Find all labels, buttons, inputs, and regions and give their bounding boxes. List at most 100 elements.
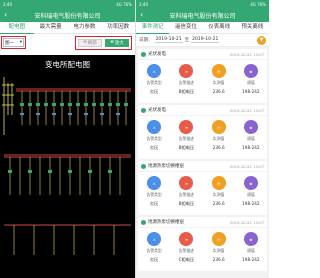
alarm-desc-value: B相电压 (178, 89, 195, 94)
tab-bar: 配电图 最大需量 电力参数 功率因数 (0, 22, 135, 34)
tab-gateway-offline[interactable]: 预关离线 (236, 22, 269, 33)
measured-item: ◷ 实测值 236.6 (207, 176, 231, 207)
filter-icon[interactable]: ▼ (257, 35, 266, 45)
alarm-type-label: 告警类型 (146, 136, 162, 141)
back-arrow-icon[interactable]: ‹ (140, 11, 148, 19)
measured-item: ◷ 实测值 236.6 (207, 64, 231, 95)
status-indicators: 4G 76% (250, 1, 266, 7)
threshold-item: ◈ 阈值 198-242 (239, 120, 263, 151)
date-separator: 至 (184, 38, 190, 43)
alarm-desc-value: C相电压 (178, 257, 195, 262)
tab-power-factor[interactable]: 功率因数 (101, 22, 135, 33)
reset-icon: ⊖ (83, 40, 87, 45)
chevron-down-icon: ▾ (19, 40, 22, 45)
card-title: 地源热泵切换楼层 (148, 220, 184, 225)
measured-icon: ◷ (211, 232, 226, 246)
event-card[interactable]: 地源热泵切换楼层 2019-10-21 13:07 ⚠ 告警类型 欠压 ≡ 告警… (138, 161, 267, 215)
measured-value: 236.6 (212, 145, 225, 150)
alarm-type-icon: ⚠ (147, 176, 162, 190)
alarm-desc-icon: ≡ (179, 176, 194, 190)
page-title: 安科瑞电气股份有限公司 (34, 12, 101, 20)
tab-event-log[interactable]: 事件测记 (136, 22, 170, 34)
threshold-label: 阈值 (247, 80, 255, 85)
status-dot-icon (141, 107, 146, 113)
status-dot-icon (141, 163, 146, 169)
diagram-select[interactable]: 图一 ▾ (1, 36, 26, 49)
alarm-desc-icon: ≡ (179, 64, 194, 78)
event-card[interactable]: 地源热泵切换楼层 2019-10-21 13:07 ⚠ 告警类型 欠压 ≡ 告警… (138, 217, 267, 271)
end-date-input[interactable]: 2019-10-21 (191, 37, 220, 43)
threshold-icon: ◈ (243, 120, 258, 134)
tab-max-demand[interactable]: 最大需量 (34, 22, 68, 33)
zoom-button-group: ⊖ 刷新 ⊕ 放大 (75, 35, 132, 50)
card-time: 2019-10-21 13:07 (229, 107, 264, 113)
reset-button-label: 刷新 (87, 40, 97, 46)
alarm-type-value: 欠压 (149, 145, 159, 150)
card-time: 2019-10-21 13:07 (229, 51, 264, 57)
alarm-desc-item: ≡ 告警描述 B相电压 (174, 120, 198, 151)
distribution-diagram[interactable]: 变电所配电图 (0, 55, 135, 278)
card-time: 2019-10-21 13:07 (229, 219, 264, 225)
card-body: ⚠ 告警类型 欠压 ≡ 告警描述 B相电压 ◷ 实测值 236.6 ◈ 阈值 1… (138, 172, 267, 207)
reset-button[interactable]: ⊖ 刷新 (78, 38, 102, 47)
tab-bar: 事件测记 遥信变位 仪表离线 预关离线 (136, 22, 269, 34)
back-arrow-icon[interactable]: ‹ (4, 11, 12, 19)
card-title: 地源热泵切换楼层 (148, 164, 184, 169)
event-card[interactable]: 光伏发电 2019-10-21 13:07 ⚠ 告警类型 欠压 ≡ 告警描述 B… (138, 49, 267, 103)
card-body: ⚠ 告警类型 欠压 ≡ 告警描述 C相电压 ◷ 实测值 236.6 ◈ 阈值 1… (138, 228, 267, 263)
enlarge-button-label: 放大 (114, 40, 124, 46)
threshold-label: 阈值 (247, 136, 255, 141)
alarm-type-item: ⚠ 告警类型 欠压 (142, 120, 166, 151)
date-label: 日期： (139, 38, 153, 43)
threshold-icon: ◈ (243, 64, 258, 78)
threshold-value: 198-242 (242, 201, 260, 206)
diagram-select-value: 图一 (5, 40, 14, 46)
alarm-type-icon: ⚠ (147, 232, 162, 246)
alarm-desc-value: B相电压 (178, 145, 195, 150)
status-bar: 2:40 4G 76% (136, 0, 269, 8)
alarm-desc-label: 告警描述 (178, 80, 194, 85)
card-title: 光伏发电 (148, 108, 166, 113)
tab-distribution-diagram[interactable]: 配电图 (0, 22, 34, 34)
threshold-item: ◈ 阈值 198-242 (239, 176, 263, 207)
alarm-desc-item: ≡ 告警描述 C相电压 (174, 232, 198, 263)
tab-remote-signal[interactable]: 遥信变位 (169, 22, 202, 33)
event-card[interactable]: 光伏发电 2019-10-21 13:07 ⚠ 告警类型 欠压 ≡ 告警描述 B… (138, 105, 267, 159)
measured-item: ◷ 实测值 236.6 (207, 232, 231, 263)
measured-value: 236.6 (212, 201, 225, 206)
tab-meter-offline[interactable]: 仪表离线 (203, 22, 236, 33)
status-time: 2:40 (139, 1, 148, 7)
title-bar: ‹ 安科瑞电气股份有限公司 (0, 8, 135, 22)
card-header: 地源热泵切换楼层 2019-10-21 13:07 (138, 161, 267, 172)
alarm-type-item: ⚠ 告警类型 欠压 (142, 232, 166, 263)
alarm-type-item: ⚠ 告警类型 欠压 (142, 64, 166, 95)
alarm-desc-item: ≡ 告警描述 B相电压 (174, 176, 198, 207)
alarm-desc-value: B相电压 (178, 201, 195, 206)
left-phone-screen: 2:40 4G 76% ‹ 安科瑞电气股份有限公司 配电图 最大需量 电力参数 … (0, 0, 135, 278)
card-header: 光伏发电 2019-10-21 13:07 (138, 49, 267, 60)
threshold-icon: ◈ (243, 176, 258, 190)
diagram-controls: 图一 ▾ ⊖ 刷新 ⊕ 放大 (0, 34, 135, 51)
alarm-type-icon: ⚠ (147, 64, 162, 78)
threshold-item: ◈ 阈值 198-242 (239, 64, 263, 95)
single-line-diagram (2, 77, 131, 255)
alarm-desc-label: 告警描述 (178, 136, 194, 141)
title-bar: ‹ 安科瑞电气股份有限公司 (136, 8, 269, 22)
tab-power-params[interactable]: 电力参数 (68, 22, 102, 33)
enlarge-button[interactable]: ⊕ 放大 (105, 38, 129, 47)
status-dot-icon (141, 51, 146, 57)
threshold-value: 198-242 (242, 89, 260, 94)
measured-label: 实测值 (212, 192, 225, 197)
status-time: 2:40 (3, 1, 12, 7)
threshold-value: 198-242 (242, 257, 260, 262)
alarm-type-label: 告警类型 (146, 80, 162, 85)
alarm-desc-icon: ≡ (179, 120, 194, 134)
diagram-title: 变电所配电图 (45, 60, 90, 69)
alarm-type-value: 欠压 (149, 201, 159, 206)
card-title: 光伏发电 (148, 52, 166, 57)
page-title: 安科瑞电气股份有限公司 (169, 12, 236, 20)
date-filter-bar: 日期： 2019-10-21 至 2019-10-21 ▼ (136, 34, 269, 47)
start-date-input[interactable]: 2019-10-21 (154, 37, 183, 43)
measured-label: 实测值 (212, 248, 225, 253)
alarm-desc-label: 告警描述 (178, 192, 194, 197)
